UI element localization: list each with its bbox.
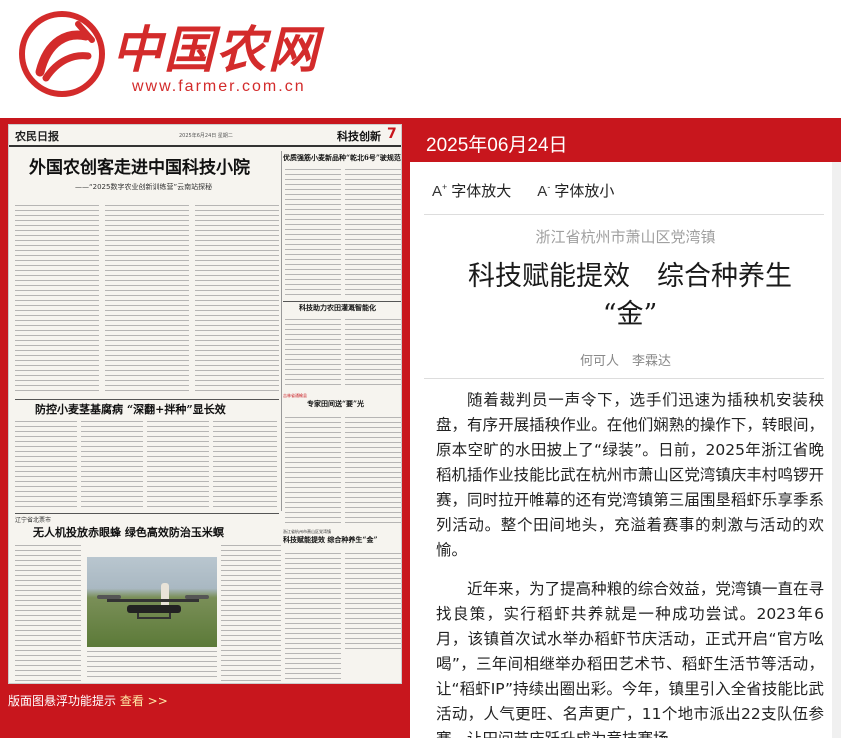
article-text-lines [15,545,81,681]
toolbar-divider [424,214,824,215]
article-kicker: 辽宁省北票市 [15,517,52,524]
row-divider [15,513,279,514]
page-hint-text: 版面图悬浮功能提示 [8,694,117,708]
newspaper-topbar: 农民日报 2025年6月24日 星期二 科技创新 7 [9,125,401,147]
article-paragraph: 近年来，为了提高种粮的综合效益，党湾镇一直在寻找良策，实行稻虾共养就是一种成功尝… [436,580,824,738]
article-text-lines [285,169,341,297]
article-body: 随着裁判员一声令下，选手们迅速为插秧机安装秧盘，有序开展插秧作业。在他们娴熟的操… [436,388,824,738]
article-text-lines [105,205,189,395]
font-increase-label: 字体放大 [451,182,512,200]
article-block-2[interactable]: 优质强筋小麦新品种“乾北6号”驶规范产增力 [283,153,401,167]
article-text-lines [147,421,209,511]
newspaper-section-number: 7 [387,126,397,142]
authors-divider [424,378,824,379]
font-decrease-icon: A- [537,182,551,200]
article-kicker: 浙江省杭州市萧山区党湾镇 [535,228,716,246]
page-hint-link[interactable]: 查看 >> [120,694,168,708]
farmer-logo-icon[interactable] [18,10,106,98]
article-text-lines [345,319,401,389]
newspaper-masthead: 农民日报 [15,130,59,143]
page-scrollbar[interactable] [832,162,841,738]
photo-drone-leg [137,613,171,619]
site-header: 中国农网 www.farmer.com.cn [0,0,841,118]
row-divider [15,399,279,400]
article-headline: 外国农创客走进中国科技小院 [29,158,250,178]
font-decrease-button[interactable]: A- 字体放小 [537,180,614,201]
page-hint: 版面图悬浮功能提示 查看 >> [8,692,168,709]
article-title: 科技赋能提效 综合种养生 “金” [450,258,810,334]
article-text-lines [345,417,401,527]
article-text-lines [345,553,401,651]
article-headline: 无人机投放赤眼蜂 绿色高效防治玉米螟 [33,526,224,539]
photo-drone-rotor [185,595,209,599]
article-text-lines [15,205,99,395]
article-block-4[interactable]: 吉林省通榆县 专家田间送“要”光 [283,393,401,415]
article-panel: A+ 字体放大 A- 字体放小 浙江省杭州市萧山区党湾镇 科技赋能提效 综合种养… [410,162,841,738]
article-text-lines [81,421,143,511]
article-headline: 科技赋能提效 综合种养生“金” [283,535,378,544]
article-authors: 何可人 李霖达 [579,354,671,369]
photo-drone-rotor [97,595,121,599]
font-size-tools: A+ 字体放大 A- 字体放小 [432,180,614,201]
article-title-line: 科技赋能提效 综合种养生 [468,261,792,292]
article-block-6[interactable]: 辽宁省北票市 无人机投放赤眼蜂 绿色高效防治玉米螟 [15,515,279,541]
article-headline: 优质强筋小麦新品种“乾北6号”驶规范产增力 [283,153,401,162]
newspaper-issue-info: 2025年6月24日 星期二 [179,133,233,139]
brand-url[interactable]: www.farmer.com.cn [132,78,306,96]
article-block-5[interactable]: 防控小麦茎基腐病 “深翻+拌种”显长效 [15,401,279,419]
article-text-lines [221,545,281,681]
column-divider [281,151,282,511]
photo-drone-body [127,605,181,613]
brand-title[interactable]: 中国农网 [112,10,320,82]
article-title-line: “金” [602,299,658,330]
article-text-lines [87,651,217,681]
font-increase-button[interactable]: A+ 字体放大 [432,180,511,201]
article-block-3[interactable]: 科技助力农田灌溉智能化 [283,303,401,317]
newspaper-page[interactable]: 农民日报 2025年6月24日 星期二 科技创新 7 外国农创客走进中国科技小院… [8,124,402,684]
font-decrease-label: 字体放小 [554,182,615,200]
article-text-lines [15,421,77,511]
article-headline: 专家田间送“要”光 [307,399,365,408]
drone-photo[interactable] [87,557,217,647]
article-text-lines [285,553,341,681]
article-text-lines [213,421,277,511]
article-text-lines [345,169,401,297]
article-text-lines [285,319,341,389]
newspaper-section: 科技创新 [337,130,381,143]
article-headline: 科技助力农田灌溉智能化 [299,303,376,312]
issue-date: 2025年06月24日 [426,135,568,156]
article-text-lines [285,417,341,527]
article-paragraph: 随着裁判员一声令下，选手们迅速为插秧机安装秧盘，有序开展插秧作业。在他们娴熟的操… [436,391,824,559]
article-subhead: ——“2025数字农业创新训练营”云南站探秘 [75,183,213,191]
row-divider [283,301,401,302]
font-increase-icon: A+ [432,182,448,200]
article-headline: 防控小麦茎基腐病 “深翻+拌种”显长效 [35,403,226,416]
article-text-lines [195,205,279,395]
article-block-7[interactable]: 浙江省杭州市萧山区党湾镇 科技赋能提效 综合种养生“金” [283,529,401,549]
photo-drone-arm [107,599,199,602]
